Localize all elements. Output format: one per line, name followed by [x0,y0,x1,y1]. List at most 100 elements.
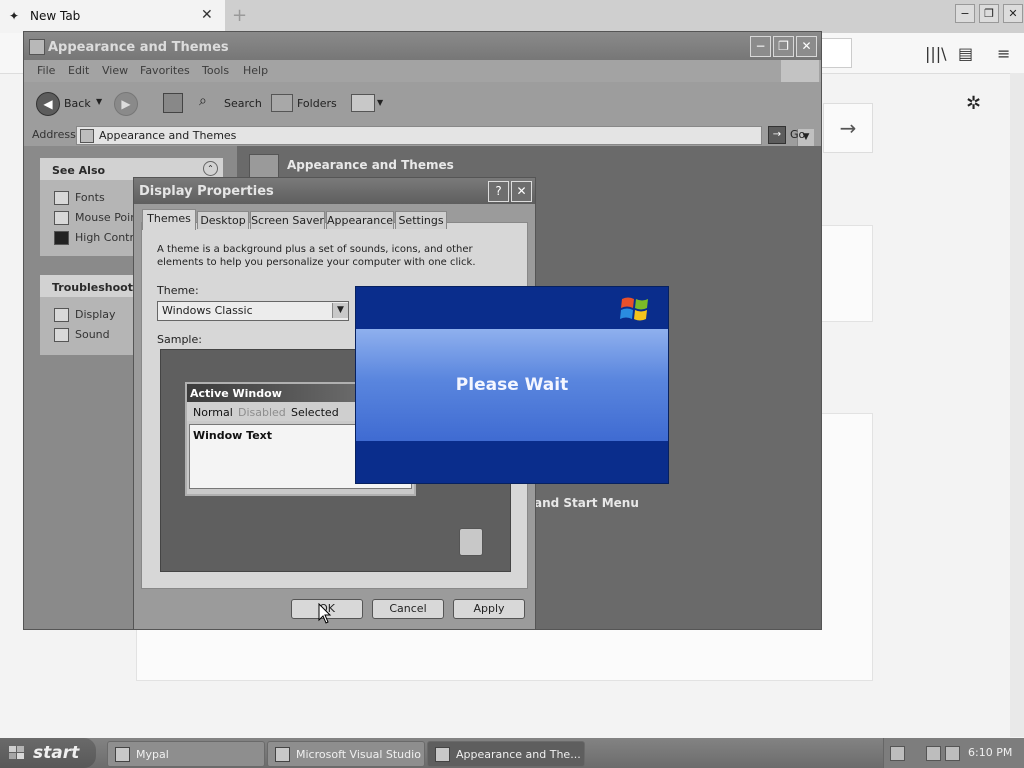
see-also-contrast-link[interactable]: High Contra [54,231,141,245]
search-button[interactable]: Search [224,97,262,110]
back-arrow-icon[interactable]: ◀ [36,92,60,116]
address-bar: Address Appearance and Themes ▼ → Go [24,124,821,146]
explorer-menu-bar: File Edit View Favorites Tools Help [24,60,821,82]
search-icon[interactable] [945,746,960,761]
explorer-title: Appearance and Themes [48,40,229,55]
forward-arrow-icon[interactable]: ▶ [114,92,138,116]
address-label: Address [32,128,76,141]
back-dropdown-icon[interactable]: ▼ [96,97,102,106]
themes-description: A theme is a background plus a set of so… [157,244,476,268]
tab-desktop[interactable]: Desktop [197,211,249,229]
help-icon [54,308,69,322]
troubleshoot-display-link[interactable]: Display [54,308,116,322]
see-also-fonts-link[interactable]: Fonts [54,191,105,205]
theme-label: Theme: [157,284,199,297]
search-icon[interactable]: ⌕ [199,93,207,109]
tab-settings[interactable]: Settings [395,211,447,229]
explorer-title-bar[interactable]: Appearance and Themes − ❐ ✕ [24,32,821,60]
clock[interactable]: 6:10 PM [968,746,1012,759]
views-icon[interactable] [351,94,375,112]
control-panel-icon [29,39,45,55]
menu-favorites[interactable]: Favorites [140,64,190,77]
explorer-minimize-button[interactable]: − [750,36,771,57]
menu-tools[interactable]: Tools [202,64,229,77]
browser-tab[interactable]: ✦ New Tab ✕ [0,0,225,33]
tab-appearance[interactable]: Appearance [326,211,394,229]
tab-screen-saver[interactable]: Screen Saver [250,211,325,229]
start-button[interactable]: start [0,738,96,768]
help-button[interactable]: ? [488,181,509,202]
troubleshoot-sound-link[interactable]: Sound [54,328,110,342]
task-link[interactable]: and Start Menu [534,496,639,510]
new-tab-button[interactable]: + [232,5,247,26]
cancel-button[interactable]: Cancel [372,599,444,619]
mouse-cursor-icon [318,603,332,624]
library-icon[interactable]: |||\ [925,44,947,63]
menu-icon[interactable]: ≡ [997,44,1010,63]
windows-logo-icon [781,60,819,82]
visual-studio-icon [275,747,290,762]
explorer-toolbar: ◀ Back ▼ ▶ ⌕ Search Folders ▼ [24,82,821,125]
folders-icon[interactable] [271,94,293,112]
browser-maximize-button[interactable]: ❐ [979,4,999,23]
sample-window-title: Active Window [190,387,282,400]
go-button[interactable]: Go [790,128,805,141]
dialog-close-button[interactable]: ✕ [511,181,532,202]
recycle-bin-icon [459,528,483,556]
views-dropdown-icon[interactable]: ▼ [377,98,383,107]
taskbar-item-label: Mypal [136,748,169,761]
search-go-arrow-icon[interactable]: → [823,103,873,153]
menu-view[interactable]: View [102,64,128,77]
mouse-pointer-icon [54,211,69,225]
tab-close-icon[interactable]: ✕ [201,7,213,23]
system-tray: 6:10 PM [883,738,1024,768]
address-value: Appearance and Themes [99,129,237,142]
page-scrollbar[interactable] [1010,73,1024,737]
please-wait-message: Please Wait [455,375,569,395]
address-input[interactable]: Appearance and Themes ▼ [76,126,814,146]
taskbar-item-label: Appearance and The... [456,748,581,761]
taskbar-item-appearance[interactable]: Appearance and The... [427,741,585,767]
sidebar-icon[interactable]: ▤ [958,44,973,63]
collapse-chevron-icon[interactable]: ⌃ [203,161,218,176]
sample-window-text: Window Text [193,429,273,442]
menu-file[interactable]: File [37,64,55,77]
browser-close-button[interactable]: ✕ [1003,4,1023,23]
see-also-mouse-link[interactable]: Mouse Point [54,211,142,225]
sample-menu-normal: Normal [193,406,233,419]
go-arrow-icon[interactable]: → [768,126,786,144]
dialog-title-bar[interactable]: Display Properties ? ✕ [134,178,535,204]
menu-edit[interactable]: Edit [68,64,89,77]
settings-gear-icon[interactable]: ✲ [966,93,981,114]
chevron-down-icon[interactable]: ▼ [332,303,348,318]
theme-select[interactable]: Windows Classic ▼ [157,301,349,321]
help-icon [54,328,69,342]
back-button[interactable]: Back [64,97,91,110]
panel-title: Troubleshoote [52,281,141,294]
up-folder-icon[interactable] [163,93,183,113]
theme-select-value: Windows Classic [162,304,253,317]
tab-title: New Tab [30,9,81,23]
keyboard-icon[interactable] [890,746,905,761]
folders-button[interactable]: Folders [297,97,337,110]
panel-title: See Also [52,164,106,177]
explorer-maximize-button[interactable]: ❐ [773,36,794,57]
taskbar-item-visual-studio[interactable]: Microsoft Visual Studio [267,741,425,767]
appearance-themes-icon [249,154,279,178]
menu-help[interactable]: Help [243,64,268,77]
taskbar-item-mypal[interactable]: Mypal [107,741,265,767]
tab-themes[interactable]: Themes [142,209,196,230]
explorer-close-button[interactable]: ✕ [796,36,817,57]
taskbar: start Mypal Microsoft Visual Studio Appe… [0,738,1024,768]
sample-label: Sample: [157,333,202,346]
high-contrast-icon [54,231,69,245]
sample-menu-disabled: Disabled [238,406,286,419]
windows-flag-icon [620,297,648,321]
network-icon[interactable] [926,746,941,761]
mypal-app-icon [115,747,130,762]
control-panel-icon [80,129,94,143]
browser-minimize-button[interactable]: − [955,4,975,23]
apply-button[interactable]: Apply [453,599,525,619]
taskbar-item-label: Microsoft Visual Studio [296,748,421,761]
fonts-folder-icon [54,191,69,205]
